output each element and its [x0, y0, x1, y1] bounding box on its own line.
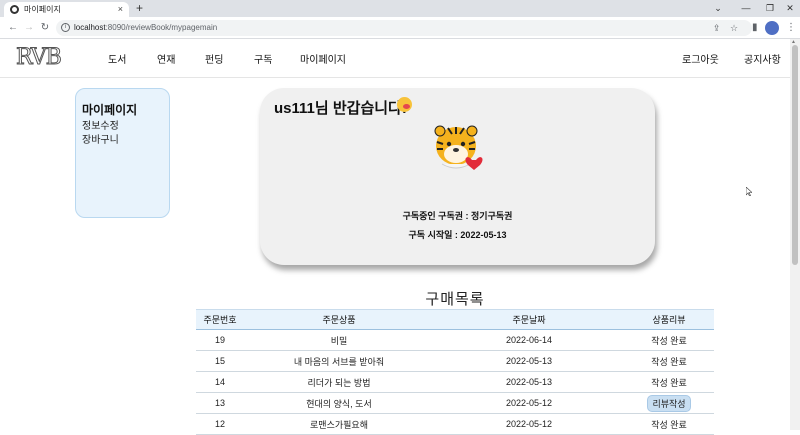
sidebar-title: 마이페이지 — [82, 103, 138, 117]
table-row: 19 비밀 2022-06-14 작성 완료 — [196, 329, 714, 351]
order-date: 2022-05-12 — [434, 392, 624, 414]
table-row: 15 내 마음의 서브를 받아줘 2022-05-13 작성 완료 — [196, 350, 714, 372]
order-product[interactable]: 리더가 되는 방법 — [244, 371, 434, 393]
tab-title: 마이페이지 — [24, 5, 61, 14]
nav-item-serial[interactable]: 연재 — [157, 51, 175, 66]
nav-item-books[interactable]: 도서 — [108, 51, 126, 66]
subscription-info: 구독중인 구독권 : 정기구독권 — [402, 211, 513, 221]
notice-link[interactable]: 공지사항 — [744, 51, 781, 66]
col-order-id: 주문번호 — [196, 309, 244, 330]
profile-avatar[interactable] — [765, 21, 779, 35]
site-info-icon[interactable]: i — [61, 23, 70, 32]
address-bar: ← → ↻ i localhost:8090/reviewBook/mypage… — [0, 17, 800, 39]
orders-heading: 구매목록 — [425, 291, 485, 308]
reload-icon[interactable]: ↻ — [38, 21, 52, 35]
url-path: :8090/reviewBook/mypagemain — [105, 23, 218, 32]
bookmark-star-icon[interactable]: ☆ — [730, 20, 738, 36]
order-date: 2022-05-12 — [434, 413, 624, 435]
tab-search-icon[interactable]: ⌄ — [704, 0, 732, 17]
order-product[interactable]: 현대의 양식, 도서 — [244, 392, 434, 414]
browser-tab-bar: 마이페이지 × + ⌄ — ❐ ✕ — [0, 0, 800, 17]
review-status: 작성 완료 — [624, 371, 714, 393]
sidebar-item-edit-info[interactable]: 정보수정 — [82, 120, 163, 134]
browser-tab[interactable]: 마이페이지 × — [4, 2, 129, 17]
order-product[interactable]: 로맨스가필요해 — [244, 413, 434, 435]
tab-close-icon[interactable]: × — [118, 2, 123, 17]
col-review: 상품리뷰 — [624, 309, 714, 330]
share-icon[interactable]: ⇪ — [713, 20, 721, 36]
mouse-cursor-icon — [746, 187, 752, 196]
review-status: 작성 완료 — [624, 413, 714, 435]
url-field[interactable]: i localhost:8090/reviewBook/mypagemain ⇪… — [56, 20, 752, 36]
table-header-row: 주문번호 주문상품 주문날짜 상품리뷰 — [196, 309, 714, 330]
table-row: 13 현대의 양식, 도서 2022-05-12 리뷰작성 — [196, 392, 714, 414]
nav-item-mypage[interactable]: 마이페이지 — [300, 51, 346, 66]
tiger-avatar-icon — [434, 125, 483, 170]
table-row: 12 로맨스가필요해 2022-05-12 작성 완료 — [196, 413, 714, 435]
review-status: 작성 완료 — [624, 329, 714, 351]
favicon-icon — [10, 5, 19, 14]
orders-table: 주문번호 주문상품 주문날짜 상품리뷰 19 비밀 2022-06-14 작성 … — [196, 309, 714, 435]
order-date: 2022-05-13 — [434, 350, 624, 372]
scroll-thumb[interactable] — [792, 45, 798, 265]
new-tab-button[interactable]: + — [136, 1, 143, 16]
write-review-button[interactable]: 리뷰작성 — [647, 394, 691, 412]
forward-icon[interactable]: → — [22, 21, 36, 35]
page-scrollbar[interactable]: ▲ — [790, 39, 800, 430]
order-id: 19 — [196, 329, 244, 351]
greeting-text: us111님 반갑습니다! — [274, 100, 407, 117]
order-id: 15 — [196, 350, 244, 372]
table-row: 14 리더가 되는 방법 2022-05-13 작성 완료 — [196, 371, 714, 393]
back-icon[interactable]: ← — [6, 21, 20, 35]
order-date: 2022-06-14 — [434, 329, 624, 351]
order-id: 13 — [196, 392, 244, 414]
site-header: RVB 도서 연재 펀딩 구독 마이페이지 로그아웃 공지사항 — [0, 39, 790, 78]
order-product[interactable]: 내 마음의 서브를 받아줘 — [244, 350, 434, 372]
review-status: 작성 완료 — [624, 350, 714, 372]
order-product[interactable]: 비밀 — [244, 329, 434, 351]
col-product: 주문상품 — [244, 309, 434, 330]
nav-item-funding[interactable]: 펀딩 — [205, 51, 223, 66]
col-date: 주문날짜 — [434, 309, 624, 330]
browser-menu-icon[interactable]: ⋮ — [786, 21, 796, 35]
review-cell: 리뷰작성 — [624, 392, 714, 414]
close-window-icon[interactable]: ✕ — [776, 0, 800, 17]
face-emoji-icon — [397, 97, 412, 112]
mypage-sidebar: 마이페이지 정보수정 장바구니 — [75, 88, 170, 218]
profile-card: us111님 반갑습니다! 구독중인 구독권 : 정기구독권 구독 시작일 : … — [260, 88, 655, 265]
url-host: localhost — [74, 23, 106, 32]
nav-item-subscribe[interactable]: 구독 — [254, 51, 272, 66]
subscription-start-date: 구독 시작일 : 2022-05-13 — [408, 230, 507, 240]
order-date: 2022-05-13 — [434, 371, 624, 393]
logout-link[interactable]: 로그아웃 — [682, 51, 719, 66]
site-logo[interactable]: RVB — [16, 45, 63, 71]
sidebar-item-cart[interactable]: 장바구니 — [82, 134, 163, 148]
order-id: 12 — [196, 413, 244, 435]
side-panel-icon[interactable]: ▮ — [752, 21, 758, 35]
order-id: 14 — [196, 371, 244, 393]
